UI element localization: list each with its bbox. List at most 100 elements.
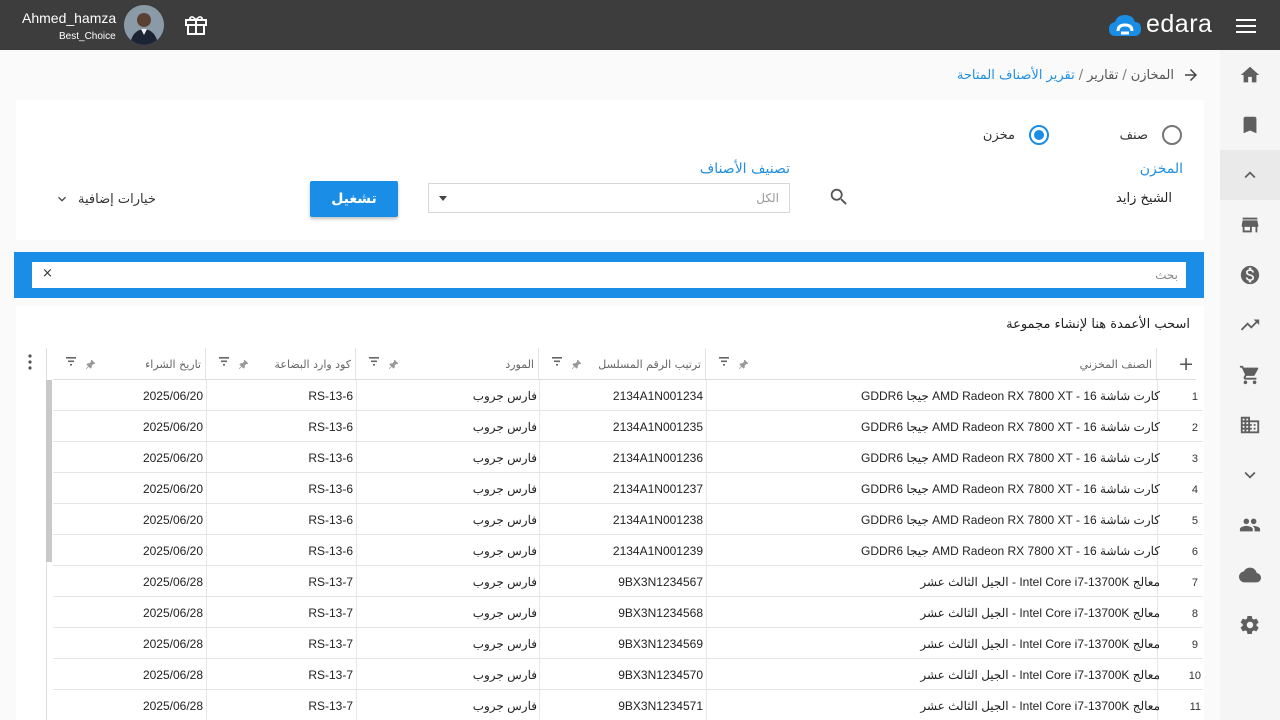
filter-icon[interactable] [552, 357, 562, 366]
table-row[interactable]: 11 معالج Intel Core i7-13700K - الجيل ال… [53, 690, 1203, 720]
divider [706, 442, 707, 473]
sidebar-item-reports[interactable] [1220, 300, 1280, 350]
add-column-button[interactable]: + [1157, 348, 1196, 380]
cloud-icon [1239, 567, 1261, 583]
cell-date: 2025/06/28 [142, 668, 203, 682]
radio-store[interactable] [1029, 125, 1049, 145]
sidebar-item-finance[interactable] [1220, 250, 1280, 300]
category-select-value: الكل [756, 191, 779, 205]
column-header-purchase-date[interactable]: تاريخ الشراء [53, 348, 206, 380]
row-number: 9 [1191, 639, 1198, 651]
divider [356, 566, 357, 597]
sidebar-item-users[interactable] [1220, 500, 1280, 550]
column-header-label: الصنف المخزني [1079, 358, 1152, 371]
search-icon[interactable] [828, 186, 850, 208]
back-arrow-icon[interactable] [1182, 66, 1200, 84]
cell-serial: 9BX3N1234567 [618, 575, 703, 589]
table-row[interactable]: 6 كارت شاشة AMD Radeon RX 7800 XT - 16 ج… [53, 535, 1203, 566]
cell-supplier: فارس جروب [472, 637, 537, 651]
divider [539, 535, 540, 566]
table-row[interactable]: 3 كارت شاشة AMD Radeon RX 7800 XT - 16 ج… [53, 442, 1203, 473]
grid-options-icon[interactable] [28, 354, 32, 370]
row-number: 1 [1191, 391, 1198, 403]
avatar[interactable] [124, 5, 164, 45]
pin-icon[interactable] [239, 360, 248, 369]
table-row[interactable]: 7 معالج Intel Core i7-13700K - الجيل الث… [53, 566, 1203, 597]
cell-date: 2025/06/20 [142, 482, 203, 496]
divider [539, 380, 540, 411]
user-menu[interactable]: Ahmed_hamza Best_Choice [0, 0, 170, 50]
pin-icon[interactable] [389, 360, 398, 369]
cell-serial: 2134A1N001234 [612, 389, 703, 403]
breadcrumb-separator: / [1078, 67, 1084, 83]
cell-item: معالج Intel Core i7-13700K - الجيل الثال… [920, 637, 1160, 651]
filter-icon[interactable] [219, 357, 229, 366]
sidebar-item-bookmarks[interactable] [1220, 100, 1280, 150]
cart-icon [1239, 365, 1259, 385]
store-icon [1241, 217, 1259, 233]
store-value[interactable]: الشيخ زايد [1116, 191, 1172, 206]
sidebar-item-expand[interactable] [1220, 450, 1280, 500]
table-row[interactable]: 10 معالج Intel Core i7-13700K - الجيل ال… [53, 659, 1203, 690]
cell-item: كارت شاشة AMD Radeon RX 7800 XT - 16 جيج… [861, 420, 1160, 434]
user-role: Best_Choice [59, 31, 116, 42]
column-header-receipt-code[interactable]: كود وارد البضاعة [206, 348, 356, 380]
run-button[interactable]: تشغيل [310, 181, 398, 217]
divider [356, 442, 357, 473]
divider [356, 411, 357, 442]
grid-scrollbar[interactable] [46, 380, 52, 562]
row-number: 3 [1191, 453, 1198, 465]
sidebar-item-store[interactable] [1220, 200, 1280, 250]
sidebar-item-cloud[interactable] [1220, 550, 1280, 600]
filter-panel: صنف مخزن المخزن الشيخ زايد تصنيف الأصناف… [16, 100, 1204, 240]
sidebar [1220, 50, 1280, 720]
row-number: 6 [1191, 546, 1198, 558]
sidebar-item-sales[interactable] [1220, 350, 1280, 400]
sidebar-item-collapse[interactable] [1220, 150, 1280, 200]
table-row[interactable]: 8 معالج Intel Core i7-13700K - الجيل الث… [53, 597, 1203, 628]
category-label: تصنيف الأصناف [699, 161, 790, 177]
cell-code: RS-13-6 [308, 451, 353, 465]
cell-code: RS-13-7 [308, 575, 353, 589]
cell-supplier: فارس جروب [472, 482, 537, 496]
column-header-supplier[interactable]: المورد [356, 348, 539, 380]
filter-icon[interactable] [66, 357, 76, 366]
radio-item-label: صنف [1119, 128, 1148, 143]
sidebar-item-home[interactable] [1220, 50, 1280, 100]
cell-date: 2025/06/28 [142, 606, 203, 620]
table-row[interactable]: 9 معالج Intel Core i7-13700K - الجيل الث… [53, 628, 1203, 659]
breadcrumb-item-stores[interactable]: المخازن [1131, 68, 1174, 83]
home-icon [1240, 66, 1260, 83]
table-row[interactable]: 2 كارت شاشة AMD Radeon RX 7800 XT - 16 ج… [53, 411, 1203, 442]
divider [356, 597, 357, 628]
radio-item[interactable] [1162, 125, 1182, 145]
cell-date: 2025/06/20 [142, 451, 203, 465]
pin-icon[interactable] [86, 360, 95, 369]
cell-serial: 2134A1N001235 [612, 420, 703, 434]
filter-icon[interactable] [369, 357, 379, 366]
sidebar-item-company[interactable] [1220, 400, 1280, 450]
divider [539, 473, 540, 504]
menu-icon[interactable] [1236, 18, 1256, 34]
filter-icon[interactable] [719, 357, 729, 366]
gift-icon[interactable] [185, 15, 207, 35]
table-row[interactable]: 5 كارت شاشة AMD Radeon RX 7800 XT - 16 ج… [53, 504, 1203, 535]
cell-serial: 2134A1N001239 [612, 544, 703, 558]
pin-icon[interactable] [572, 360, 581, 369]
table-row[interactable]: 4 كارت شاشة AMD Radeon RX 7800 XT - 16 ج… [53, 473, 1203, 504]
divider [206, 380, 207, 411]
data-grid: اسحب الأعمدة هنا لإنشاء مجموعة + الصنف ا… [16, 306, 1204, 720]
cell-code: RS-13-7 [308, 699, 353, 713]
column-header-serial[interactable]: ترتيب الرقم المسلسل [539, 348, 706, 380]
clear-search-icon[interactable]: × [42, 266, 53, 281]
group-drop-zone[interactable]: اسحب الأعمدة هنا لإنشاء مجموعة [1006, 317, 1190, 332]
column-header-item[interactable]: الصنف المخزني [706, 348, 1157, 380]
table-row[interactable]: 1 كارت شاشة AMD Radeon RX 7800 XT - 16 ج… [53, 380, 1203, 411]
search-input[interactable]: بحث × [32, 262, 1186, 288]
divider [206, 628, 207, 659]
sidebar-item-settings[interactable] [1220, 600, 1280, 650]
category-select[interactable]: الكل [428, 183, 790, 213]
breadcrumb-item-reports[interactable]: تقارير [1087, 68, 1118, 83]
extra-options-toggle[interactable]: خيارات إضافية [54, 191, 156, 207]
pin-icon[interactable] [739, 360, 748, 369]
